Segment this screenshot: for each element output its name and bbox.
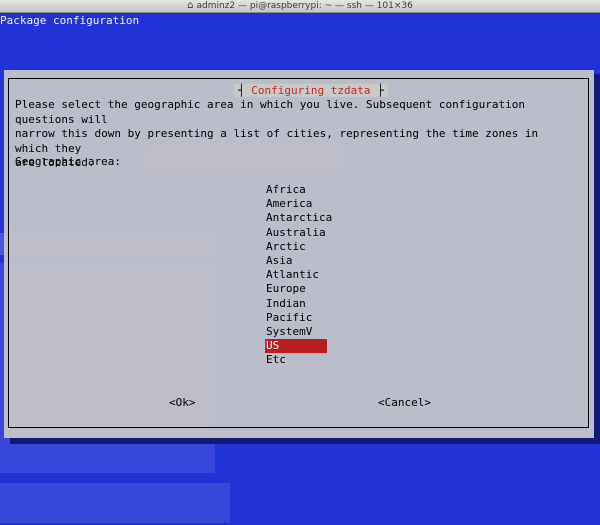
list-item[interactable]: Australia bbox=[265, 226, 327, 240]
window-title: adminz2 — pi@raspberrypi: ~ — ssh — 101×… bbox=[196, 1, 413, 11]
geographic-area-list[interactable]: Africa America Antarctica Australia Arct… bbox=[265, 183, 332, 368]
list-item[interactable]: Etc bbox=[265, 353, 327, 367]
window-titlebar[interactable]: ⌂ adminz2 — pi@raspberrypi: ~ — ssh — 101… bbox=[0, 0, 600, 13]
list-item[interactable]: Pacific bbox=[265, 311, 327, 325]
list-item[interactable]: Africa bbox=[265, 183, 327, 197]
package-configuration-header: Package configuration bbox=[0, 14, 140, 27]
list-item[interactable]: Indian bbox=[265, 297, 327, 311]
background-ghost-panel bbox=[0, 483, 230, 523]
dialog-title: ┤ Configuring tzdata ├ bbox=[234, 84, 388, 97]
home-icon: ⌂ bbox=[187, 0, 194, 11]
dialog-shadow-right bbox=[594, 74, 600, 440]
list-item[interactable]: Arctic bbox=[265, 240, 327, 254]
list-item[interactable]: SystemV bbox=[265, 325, 327, 339]
geographic-area-label: Geographic area: bbox=[15, 155, 121, 168]
list-item[interactable]: America bbox=[265, 197, 327, 211]
cancel-button[interactable]: <Cancel> bbox=[378, 396, 431, 409]
list-item[interactable]: Europe bbox=[265, 282, 327, 296]
list-item[interactable]: Atlantic bbox=[265, 268, 327, 282]
list-item[interactable]: Asia bbox=[265, 254, 327, 268]
ok-button[interactable]: <Ok> bbox=[169, 396, 196, 409]
list-item[interactable]: Antarctica bbox=[265, 211, 332, 225]
dialog-shadow-bottom bbox=[10, 438, 600, 444]
dialog-title-text: Configuring tzdata bbox=[251, 84, 371, 97]
list-item-selected[interactable]: US bbox=[265, 339, 327, 354]
